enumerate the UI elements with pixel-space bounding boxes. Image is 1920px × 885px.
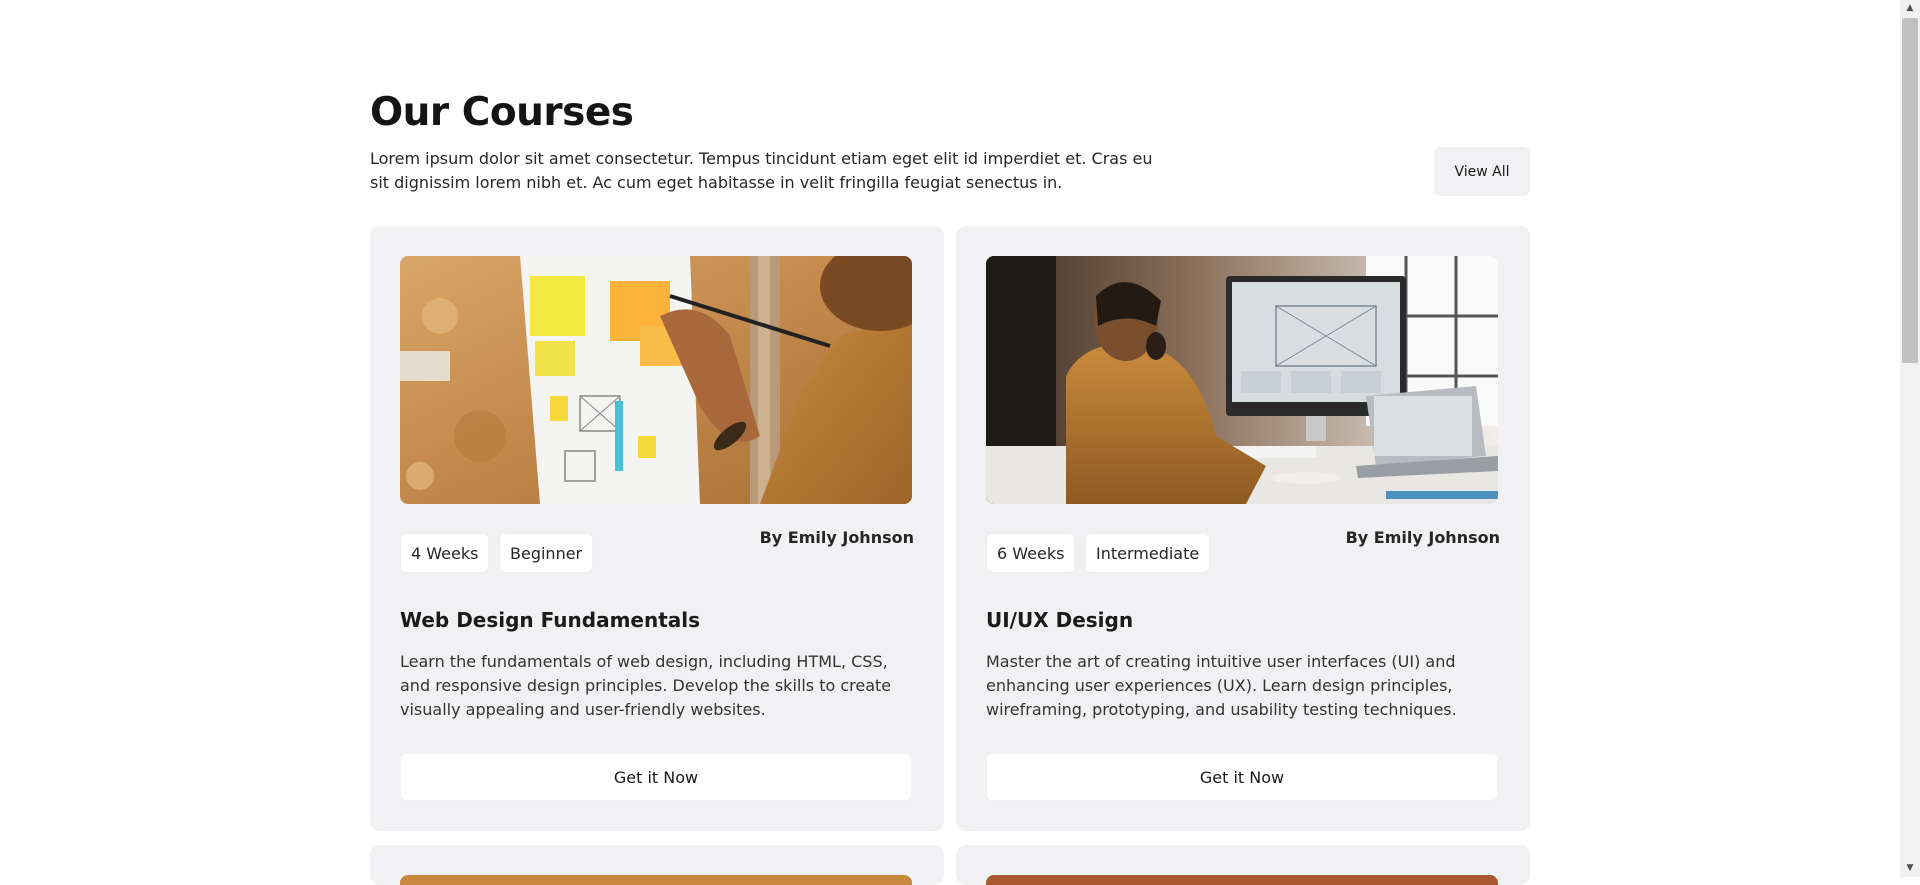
course-card: 6 Weeks Intermediate By Emily Johnson UI…: [956, 226, 1530, 831]
vertical-scrollbar[interactable]: ▲ ▼: [1900, 0, 1920, 877]
view-all-button[interactable]: View All: [1434, 147, 1530, 196]
course-level-tag: Intermediate: [1085, 533, 1211, 573]
course-description: Master the art of creating intuitive use…: [986, 652, 1457, 719]
course-image-ui-ux-design: [986, 256, 1498, 504]
scrollbar-thumb[interactable]: [1902, 18, 1918, 363]
course-duration-tag: 6 Weeks: [986, 533, 1076, 573]
scroll-down-arrow-icon[interactable]: ▼: [1900, 860, 1920, 877]
scroll-up-arrow-icon[interactable]: ▲: [1900, 0, 1920, 17]
course-author: By Emily Johnson: [1345, 528, 1500, 547]
course-card-partial: [370, 845, 944, 885]
section-title: Our Courses: [370, 90, 634, 135]
course-title: UI/UX Design: [986, 608, 1134, 632]
course-duration-tag: 4 Weeks: [400, 533, 490, 573]
get-it-now-button[interactable]: Get it Now: [400, 753, 912, 801]
course-card: 4 Weeks Beginner By Emily Johnson Web De…: [370, 226, 944, 831]
course-title: Web Design Fundamentals: [400, 608, 701, 632]
section-intro: Lorem ipsum dolor sit amet consectetur. …: [370, 149, 1153, 192]
course-description: Learn the fundamentals of web design, in…: [400, 652, 892, 719]
course-level-tag: Beginner: [499, 533, 594, 573]
course-author: By Emily Johnson: [759, 528, 914, 547]
get-it-now-button[interactable]: Get it Now: [986, 753, 1498, 801]
course-image-web-design: [400, 256, 912, 504]
course-card-partial: [956, 845, 1530, 885]
